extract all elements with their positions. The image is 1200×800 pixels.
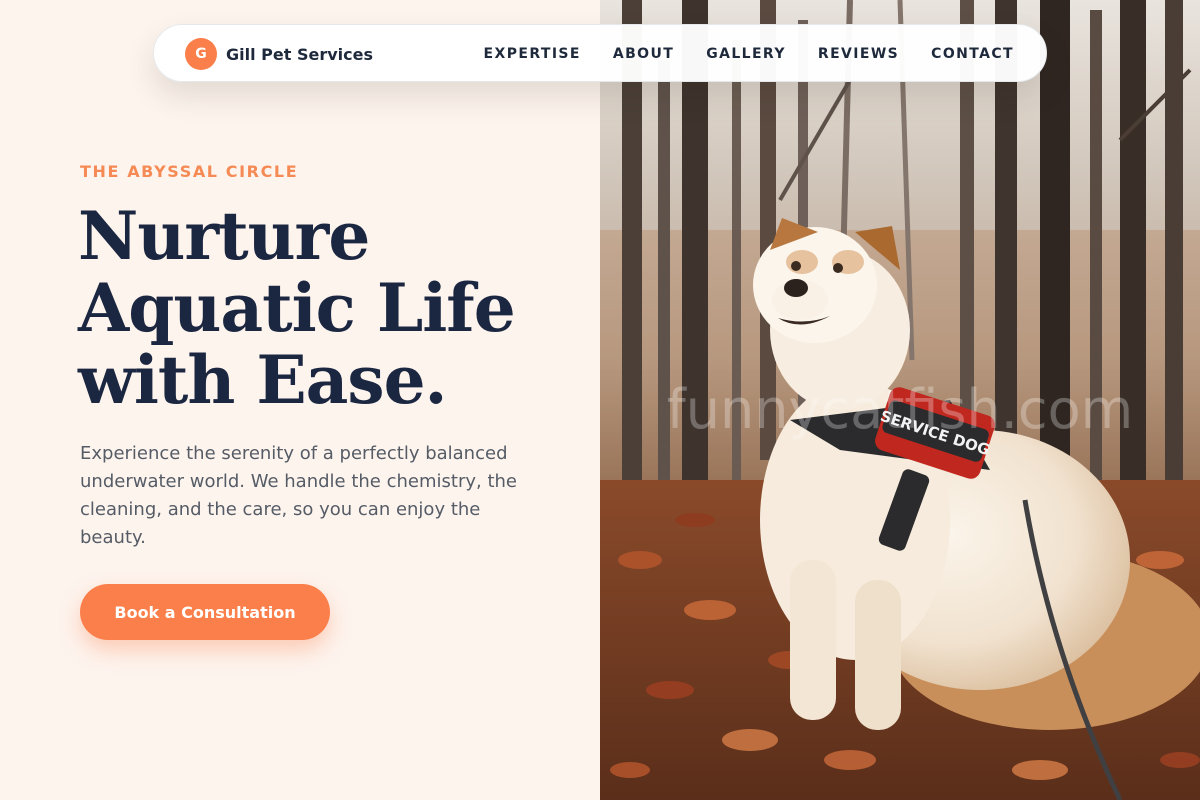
- hero-photo: SERVICE DOG funnycatfish.com: [600, 0, 1200, 800]
- brand-logo-icon: G: [185, 38, 217, 70]
- dog-in-forest-image: SERVICE DOG funnycatfish.com: [600, 0, 1200, 800]
- nav-link-contact[interactable]: CONTACT: [931, 46, 1014, 62]
- headline-line-2: Aquatic Life: [78, 269, 516, 347]
- brand-link[interactable]: G Gill Pet Services: [185, 38, 373, 70]
- nav-links: EXPERTISE ABOUT GALLERY REVIEWS CONTACT: [484, 25, 1014, 83]
- brand-name: Gill Pet Services: [226, 44, 373, 64]
- nav-link-expertise[interactable]: EXPERTISE: [484, 46, 581, 62]
- hero-section: THE ABYSSAL CIRCLE Nurture Aquatic Life …: [0, 0, 600, 800]
- hero-description: Experience the serenity of a perfectly b…: [80, 443, 517, 548]
- image-watermark: funnycatfish.com: [667, 378, 1133, 441]
- hero-headline: Nurture Aquatic Life with Ease.: [78, 200, 578, 416]
- book-consultation-button[interactable]: Book a Consultation: [80, 584, 330, 640]
- hero-eyebrow: THE ABYSSAL CIRCLE: [80, 162, 299, 181]
- headline-line-1: Nurture: [78, 197, 370, 275]
- nav-link-reviews[interactable]: REVIEWS: [818, 46, 899, 62]
- top-navbar: G Gill Pet Services EXPERTISE ABOUT GALL…: [153, 24, 1047, 82]
- nav-link-about[interactable]: ABOUT: [613, 46, 674, 62]
- headline-line-3: with Ease.: [78, 341, 448, 419]
- nav-link-gallery[interactable]: GALLERY: [706, 46, 786, 62]
